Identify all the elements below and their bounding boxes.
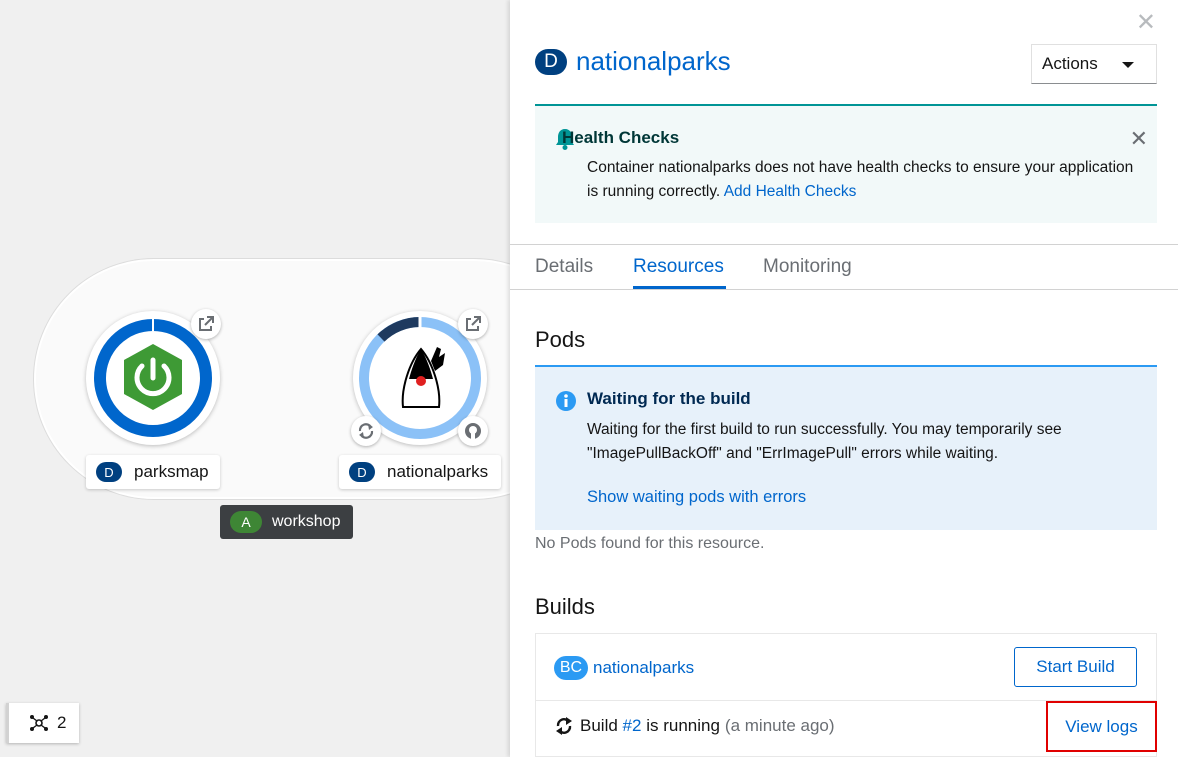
divider [510,289,1178,290]
build-status-text: is running [646,716,720,735]
build-number-link[interactable]: #2 [623,716,642,736]
node-name: nationalparks [387,462,489,481]
show-waiting-pods-link[interactable]: Show waiting pods with errors [587,488,806,507]
start-build-button[interactable]: Start Build [1014,647,1137,687]
health-alert-title: Health Checks [562,128,680,147]
builds-heading: Builds [535,594,595,619]
spring-boot-icon [124,344,182,410]
actions-label: Actions [1042,54,1098,73]
topology-count: 2 [57,713,67,732]
tab-resources[interactable]: Resources [633,256,724,278]
build-config-badge: BC [554,656,588,680]
java-duke-icon [401,347,445,408]
actions-dropdown[interactable]: Actions [1031,44,1157,84]
resource-side-panel: ✕ D nationalparks Actions Health Checks … [510,0,1178,757]
topology-icon [30,715,48,731]
deployment-badge: D [349,462,375,482]
build-sync-icon[interactable] [351,416,381,446]
close-panel-icon[interactable]: ✕ [1136,8,1156,37]
panel-title: D nationalparks [535,46,731,77]
info-circle-icon [556,391,576,411]
application-badge: A [230,511,262,533]
application-label-workshop[interactable]: A workshop [220,505,353,539]
resource-name-link[interactable]: nationalparks [576,46,731,77]
waiting-alert-body: Waiting for the first build to run succe… [587,421,1062,462]
build-prefix: Build [580,716,618,735]
build-config-row: BC nationalparks [554,656,694,680]
topology-canvas[interactable]: D parksmap D nationalparks A workshop 2 [0,0,510,757]
open-url-icon[interactable] [191,309,221,339]
sync-running-icon [556,717,572,735]
view-logs-link[interactable]: View logs [1046,701,1157,752]
node-label-nationalparks[interactable]: D nationalparks [339,455,501,489]
waiting-alert-title: Waiting for the build [587,389,751,408]
caret-down-icon [1122,62,1134,68]
divider [510,244,1178,245]
tab-details[interactable]: Details [535,256,593,278]
no-pods-text: No Pods found for this resource. [535,535,765,552]
deployment-badge: D [96,462,122,482]
node-name: parksmap [134,462,209,481]
build-timestamp: (a minute ago) [724,716,835,735]
pods-heading: Pods [535,327,586,352]
github-icon[interactable] [458,416,488,446]
health-alert-body: Container nationalparks does not have he… [587,156,1147,204]
add-health-checks-link[interactable]: Add Health Checks [724,183,857,200]
node-label-parksmap[interactable]: D parksmap [86,455,220,489]
open-url-icon[interactable] [458,309,488,339]
close-alert-icon[interactable]: ✕ [1130,126,1148,152]
application-name: workshop [272,513,341,530]
build-status-row: Build #2 is running (a minute ago) [554,715,835,737]
build-config-link[interactable]: nationalparks [593,658,694,678]
health-alert-text: Container nationalparks does not have he… [587,159,1134,200]
deployment-badge: D [535,48,567,75]
topology-count-button[interactable]: 2 [6,703,79,743]
tab-monitoring[interactable]: Monitoring [763,256,852,278]
